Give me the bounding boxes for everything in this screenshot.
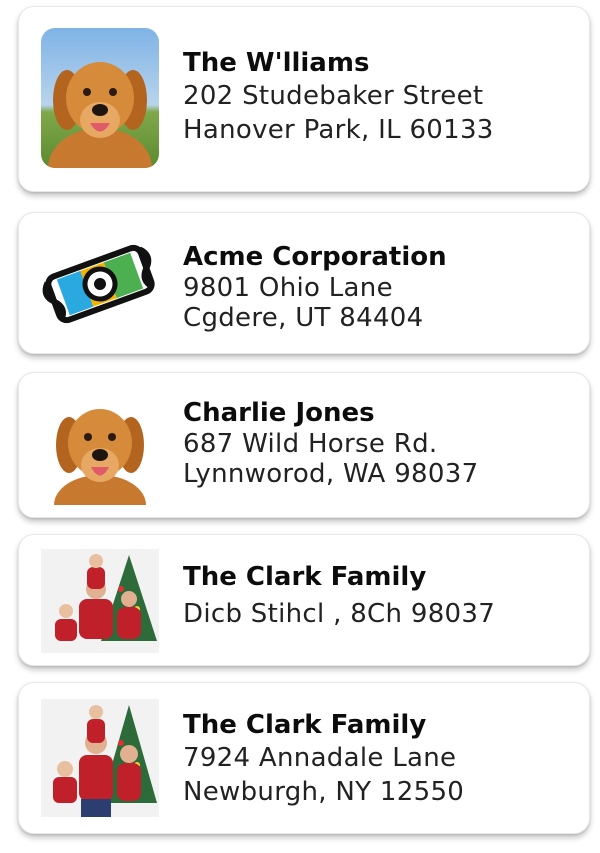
street-line: 7924 Annadale Lane <box>183 743 457 773</box>
address-text: Acme Corporation 9801 Ohio Lane Cgdere, … <box>183 241 577 333</box>
family-photo <box>41 549 159 653</box>
address-label-clark-family-2[interactable]: The Clark Family 7924 Annadale Lane Newb… <box>18 682 590 834</box>
street-line: 9801 Ohio Lane <box>183 273 393 303</box>
city-line: Newburgh, NY 12550 <box>183 777 465 807</box>
dog-photo <box>41 387 159 505</box>
family-photo <box>41 699 159 817</box>
dog-photo <box>41 28 159 168</box>
address-text: Charlie Jones 687 Wild Horse Rd. Lynnwor… <box>183 397 577 489</box>
recipient-name: The Clark Family <box>183 562 427 592</box>
city-line: Cgdere, UT 84404 <box>183 303 424 333</box>
address-label-williams[interactable]: The W'lliams 202 Studebaker Street Hanov… <box>18 6 590 192</box>
recipient-name: Charlie Jones <box>183 398 375 428</box>
recipient-name: The W'lliams <box>183 48 370 78</box>
address-label-charlie-jones[interactable]: Charlie Jones 687 Wild Horse Rd. Lynnwor… <box>18 372 590 518</box>
recipient-name: The Clark Family <box>183 710 427 740</box>
city-line: Lynnwor​od, WA 98037 <box>183 459 479 489</box>
street-line: 202 Studebaker Street <box>183 81 484 111</box>
film-scroll-logo-icon <box>41 225 159 343</box>
city-line: Hanover Park, IL 60133 <box>183 115 494 145</box>
address-text: The W'lliams 202 Studebaker Street Hanov… <box>183 47 577 147</box>
street-line: Dicb Stihcl , 8Ch 98037 <box>183 599 496 629</box>
address-label-clark-family-1[interactable]: The Clark Family Dicb Stihcl , 8Ch 98037 <box>18 534 590 666</box>
address-text: The Clark Family Dicb Stihcl , 8Ch 98037 <box>183 561 577 631</box>
recipient-name: Acme Corporation <box>183 242 447 272</box>
address-text: The Clark Family 7924 Annadale Lane Newb… <box>183 709 577 809</box>
street-line: 687 Wild Horse Rd. <box>183 429 438 459</box>
address-label-acme[interactable]: Acme Corporation 9801 Ohio Lane Cgdere, … <box>18 212 590 354</box>
